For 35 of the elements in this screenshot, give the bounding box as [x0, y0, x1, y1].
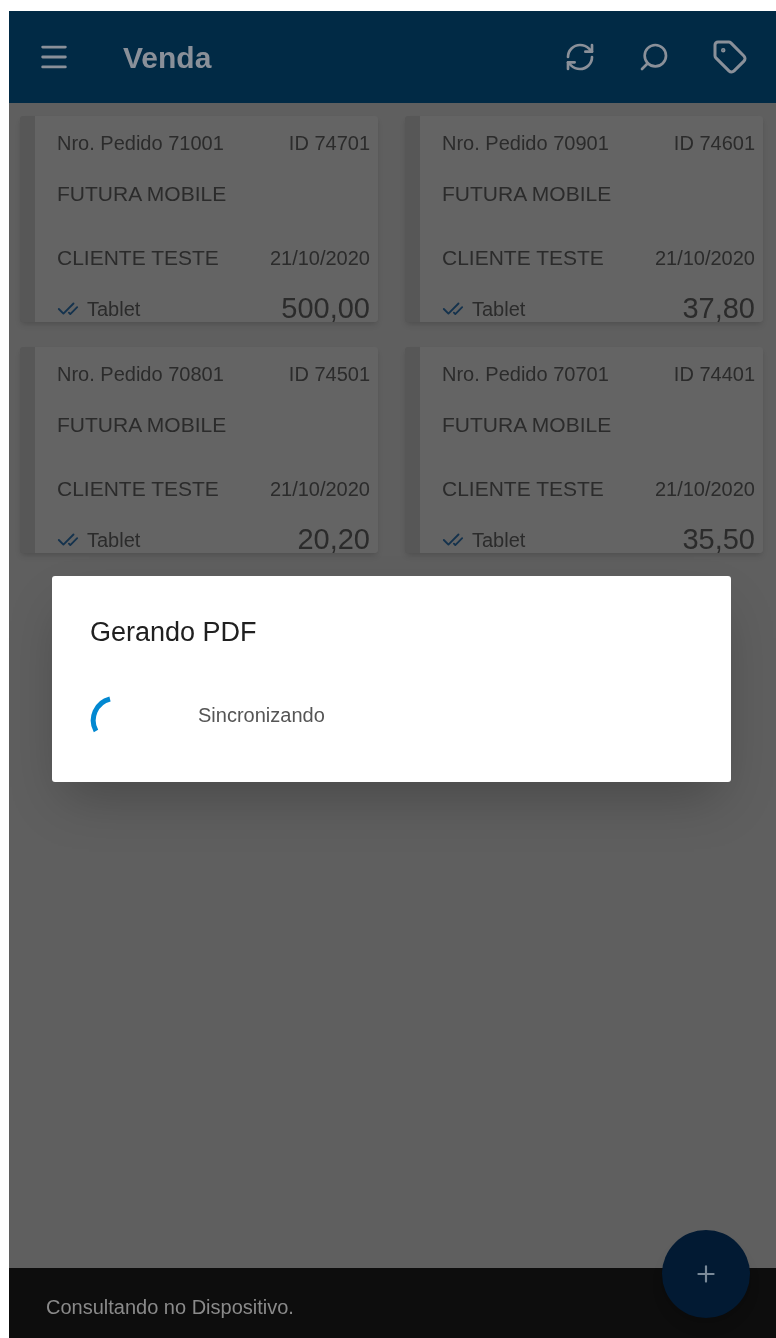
order-id: ID 74401: [673, 362, 755, 387]
client-name: CLIENTE TESTE: [442, 244, 604, 271]
search-icon[interactable]: [638, 41, 670, 73]
dialog-title: Gerando PDF: [90, 616, 258, 649]
order-date: 21/10/2020: [269, 476, 370, 502]
order-id: ID 74501: [288, 362, 370, 387]
company-name: FUTURA MOBILE: [57, 181, 228, 207]
order-number: Nro. Pedido 71001: [57, 131, 224, 156]
order-id: ID 74701: [288, 131, 370, 156]
company-name: FUTURA MOBILE: [442, 412, 613, 438]
order-card[interactable]: Nro. Pedido 70701 ID 74401 FUTURA MOBILE CLIENTE TESTE 21/10/2020 Tablet 35,50: [405, 347, 763, 553]
app-bar-title: Venda: [123, 39, 212, 76]
order-origin: Tablet: [87, 527, 141, 553]
order-id: ID 74601: [673, 131, 755, 156]
order-date: 21/10/2020: [269, 245, 370, 271]
order-origin: Tablet: [87, 296, 141, 322]
tag-icon[interactable]: [712, 39, 748, 75]
company-name: FUTURA MOBILE: [57, 412, 228, 438]
order-card[interactable]: Nro. Pedido 70901 ID 74601 FUTURA MOBILE CLIENTE TESTE 21/10/2020 Tablet 37,80: [405, 116, 763, 322]
company-name: FUTURA MOBILE: [442, 181, 613, 207]
order-date: 21/10/2020: [654, 476, 755, 502]
order-number: Nro. Pedido 70901: [442, 131, 609, 156]
client-name: CLIENTE TESTE: [57, 475, 219, 502]
order-number: Nro. Pedido 70801: [57, 362, 224, 387]
order-origin: Tablet: [472, 296, 526, 322]
order-card[interactable]: Nro. Pedido 71001 ID 74701 FUTURA MOBILE CLIENTE TESTE 21/10/2020 Tablet 500,00: [20, 116, 378, 322]
refresh-icon[interactable]: [564, 41, 596, 73]
client-name: CLIENTE TESTE: [57, 244, 219, 271]
dialog-message: Sincronizando: [198, 702, 325, 728]
order-card[interactable]: Nro. Pedido 70801 ID 74501 FUTURA MOBILE CLIENTE TESTE 21/10/2020 Tablet 20,20: [20, 347, 378, 553]
order-number: Nro. Pedido 70701: [442, 362, 609, 387]
client-name: CLIENTE TESTE: [442, 475, 604, 502]
order-origin: Tablet: [472, 527, 526, 553]
status-text: Consultando no Dispositivo.: [46, 1295, 294, 1320]
order-date: 21/10/2020: [654, 245, 755, 271]
